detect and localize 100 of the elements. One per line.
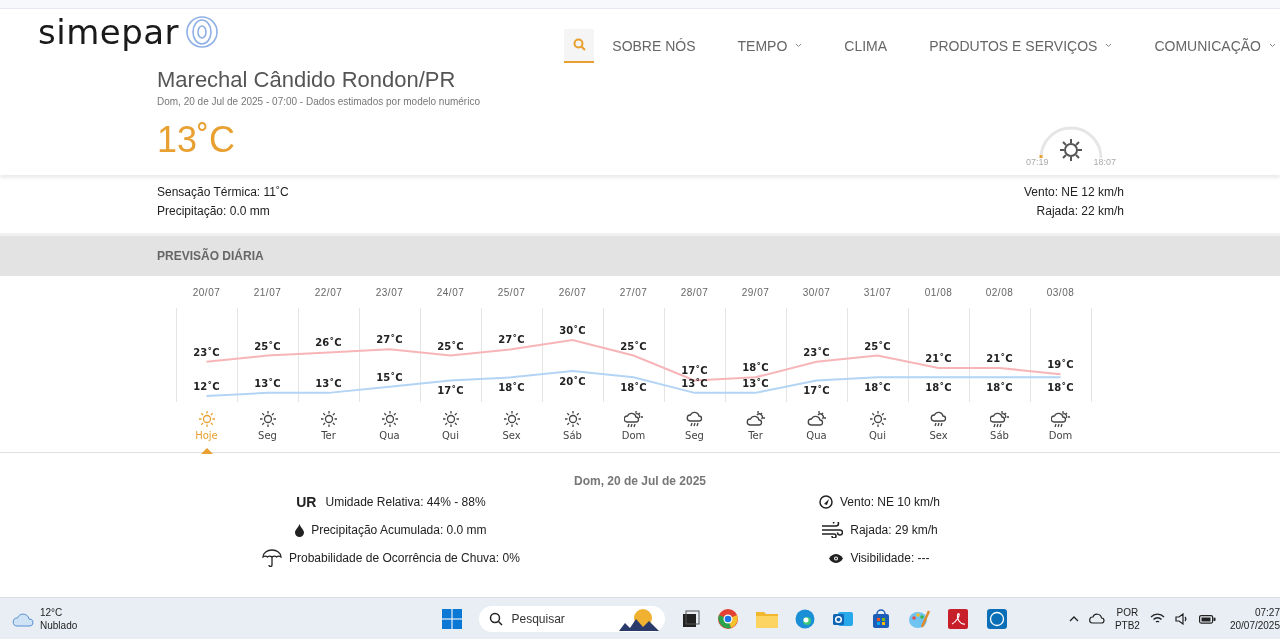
- store-bag-icon[interactable]: [871, 608, 892, 629]
- search-icon: [572, 38, 586, 52]
- date-label: 28/07: [679, 286, 710, 298]
- speaker-icon[interactable]: [1174, 612, 1189, 625]
- subtitle: Dom, 20 de Jul de 2025 - 07:00 - Dados estimados por modelo numérico: [157, 95, 480, 107]
- section-title: PREVISÃO DIÁRIA: [157, 249, 264, 264]
- max-temperature-label: 30˚C: [559, 325, 586, 337]
- day-tab[interactable]: Sex: [481, 410, 542, 451]
- date-label: 01/08: [923, 286, 954, 298]
- chevron-down-icon: [1105, 43, 1113, 49]
- taskbar-search-field[interactable]: Pesquisar: [479, 605, 666, 632]
- signal-waves-icon: [185, 15, 220, 48]
- detail-text: Rajada: 22 km/h: [1036, 204, 1124, 219]
- detail-text: Precipitação Acumulada: 0.0 mm: [311, 523, 487, 538]
- date-label: 31/07: [862, 286, 893, 298]
- max-temperature-label: 25˚C: [254, 340, 281, 352]
- keyboard-layout[interactable]: PTB2: [1114, 618, 1140, 632]
- min-temperature-label: 18˚C: [925, 382, 952, 394]
- sun-icon: [441, 410, 460, 429]
- cloud-sun-rain-icon: [989, 410, 1010, 429]
- day-detail-title: Dom, 20 de Jul de 2025: [572, 473, 708, 488]
- day-tab[interactable]: Dom: [1030, 410, 1091, 451]
- date-label: 26/07: [557, 286, 588, 298]
- nav-link[interactable]: SOBRE NÓS: [612, 28, 714, 63]
- min-temperature-label: 18˚C: [986, 382, 1013, 394]
- sunset-time: 18:07: [1093, 157, 1116, 168]
- max-temperature-label: 26˚C: [315, 337, 342, 349]
- search-icon: [489, 611, 504, 626]
- nav-link[interactable]: CLIMA: [844, 28, 906, 63]
- detail-text: Rajada: 29 km/h: [850, 523, 938, 538]
- city-title: Marechal Cândido Rondon/PR: [157, 66, 457, 93]
- sun-icon: [563, 410, 582, 429]
- windows-start-icon[interactable]: [442, 608, 463, 629]
- day-tab[interactable]: Dom: [603, 410, 664, 451]
- date-label: 03/08: [1045, 286, 1076, 298]
- sun-icon: [868, 410, 887, 429]
- day-tab[interactable]: Ter: [725, 410, 786, 451]
- task-view-icon[interactable]: [682, 609, 701, 628]
- selected-pointer-icon: [200, 448, 213, 455]
- logo-text[interactable]: simepar: [38, 11, 180, 52]
- sun-icon: [319, 410, 338, 429]
- nav-link[interactable]: TEMPO: [737, 28, 821, 63]
- wifi-icon[interactable]: [1149, 613, 1165, 625]
- max-temperature-label: 23˚C: [803, 346, 830, 358]
- min-temperature-label: 17˚C: [437, 385, 464, 397]
- max-temperature-label: 21˚C: [925, 353, 952, 365]
- weather-condition: Nublado: [40, 618, 78, 632]
- detail-text: Visibilidade: ---: [850, 551, 930, 566]
- day-tab[interactable]: Qua: [786, 410, 847, 451]
- day-tab[interactable]: Qua: [359, 410, 420, 451]
- max-temperature-label: 18˚C: [742, 362, 769, 374]
- max-temperature-label: 25˚C: [437, 340, 464, 352]
- landscape-icon: [619, 606, 660, 631]
- date-label: 25/07: [496, 286, 527, 298]
- cloud-rain-icon: [685, 410, 704, 429]
- gauge-icon: [818, 495, 833, 510]
- day-tab[interactable]: Ter: [298, 410, 359, 451]
- date-label: 29/07: [740, 286, 771, 298]
- cloud-rain-icon: [929, 410, 948, 429]
- min-temperature-label: 18˚C: [864, 382, 891, 394]
- max-temperature-label: 27˚C: [498, 334, 525, 346]
- detail-text: Umidade Relativa: 44% - 88%: [325, 495, 486, 510]
- pdf-document-icon[interactable]: [947, 607, 970, 630]
- detail-text: Vento: NE 10 km/h: [839, 495, 940, 510]
- min-temperature-label: 17˚C: [803, 385, 830, 397]
- day-tab[interactable]: Sáb: [969, 410, 1030, 451]
- min-temperature-label: 15˚C: [376, 371, 403, 383]
- wind-icon: [821, 522, 844, 539]
- sunrise-time: 07:19: [1026, 157, 1049, 168]
- day-tab[interactable]: Sáb: [542, 410, 603, 451]
- cloud-icon[interactable]: [1088, 613, 1105, 625]
- date-label: 20/07: [191, 286, 222, 298]
- max-temperature-label: 19˚C: [1047, 359, 1074, 371]
- battery-icon[interactable]: [1198, 613, 1216, 624]
- day-tab[interactable]: Seg: [664, 410, 725, 451]
- date-label: 27/07: [618, 286, 649, 298]
- detail-text: Precipitação: 0.0 mm: [157, 204, 271, 219]
- humidity-abbreviation: UR: [296, 494, 317, 511]
- min-temperature-label: 18˚C: [620, 382, 647, 394]
- sun-icon: [258, 410, 277, 429]
- day-tab[interactable]: Sex: [908, 410, 969, 451]
- clock-time[interactable]: 07:27: [1254, 605, 1280, 619]
- sun-icon: [380, 410, 399, 429]
- min-temperature-label: 18˚C: [498, 382, 525, 394]
- max-temperature-label: 17˚C: [681, 365, 708, 377]
- browser-icon[interactable]: [717, 607, 740, 630]
- min-temperature-label: 12˚C: [193, 381, 220, 393]
- input-language[interactable]: POR: [1116, 605, 1139, 619]
- date-label: 02/08: [984, 286, 1015, 298]
- chevron-up-icon[interactable]: [1068, 615, 1079, 622]
- day-tab[interactable]: Qui: [847, 410, 908, 451]
- day-tab[interactable]: Seg: [237, 410, 298, 451]
- nav-link[interactable]: PRODUTOS E SERVIÇOS: [929, 28, 1131, 63]
- drop-icon: [295, 523, 305, 537]
- current-temperature: 13˚C: [157, 118, 237, 161]
- detail-text: Vento: NE 12 km/h: [1023, 185, 1124, 200]
- day-tab[interactable]: Qui: [420, 410, 481, 451]
- clock-date[interactable]: 20/07/2025: [1229, 618, 1280, 632]
- nav-link[interactable]: COMUNICAÇÃO: [1154, 28, 1280, 63]
- paint-palette-icon[interactable]: [908, 608, 931, 629]
